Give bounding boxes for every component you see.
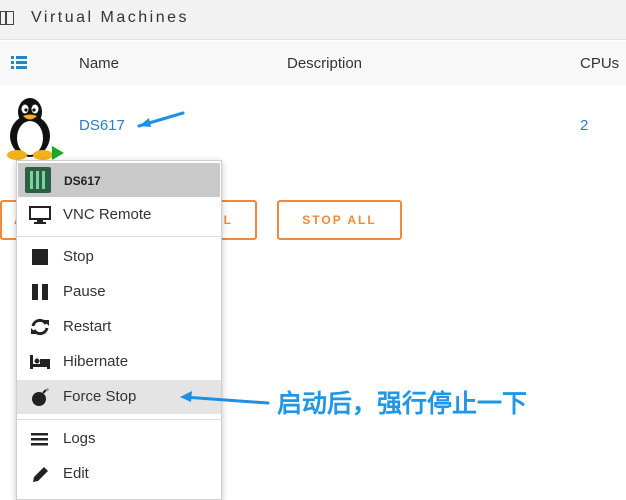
- menu-item-label: Edit: [63, 465, 89, 482]
- stop-icon: [32, 249, 48, 265]
- context-menu-title: DS617: [64, 174, 101, 188]
- menu-item-label: Restart: [63, 318, 112, 335]
- menu-item-label: Force Stop: [63, 388, 137, 405]
- menu-item-label: Stop: [63, 248, 94, 265]
- menu-divider: [17, 236, 221, 237]
- column-header-cpus[interactable]: CPUs: [580, 55, 619, 72]
- menu-lines-icon: [31, 433, 48, 446]
- menu-item-label: Hibernate: [63, 353, 129, 370]
- middle-action-label: L: [223, 213, 233, 227]
- restart-icon: [31, 318, 49, 336]
- annotation-arrow-icon: [180, 391, 270, 405]
- vm-name-link[interactable]: DS617: [79, 117, 125, 134]
- stop-all-label: STOP ALL: [302, 213, 377, 227]
- linux-tux-icon[interactable]: [4, 96, 56, 160]
- vm-icon: [25, 167, 51, 193]
- menu-item-pause[interactable]: Pause: [17, 275, 221, 309]
- running-status-icon: [52, 146, 64, 160]
- stop-all-button[interactable]: STOP ALL: [277, 200, 402, 240]
- table-header-row: Name Description CPUs: [0, 41, 626, 85]
- menu-item-edit[interactable]: Edit: [17, 457, 221, 491]
- bomb-icon: [32, 388, 49, 406]
- menu-item-label: Pause: [63, 283, 106, 300]
- column-header-name[interactable]: Name: [79, 55, 119, 72]
- monitor-icon: [29, 206, 51, 224]
- menu-item-label: Logs: [63, 430, 96, 447]
- menu-item-stop[interactable]: Stop: [17, 240, 221, 274]
- pencil-icon: [33, 467, 48, 482]
- vm-context-menu: DS617 VNC Remote Stop Pause Restart Hibe…: [16, 160, 222, 500]
- menu-item-hibernate[interactable]: Hibernate: [17, 345, 221, 379]
- menu-item-vnc-remote[interactable]: VNC Remote: [17, 198, 221, 232]
- menu-item-label: VNC Remote: [63, 206, 152, 223]
- bed-icon: [30, 355, 50, 369]
- vm-cpus-value: 2: [580, 117, 589, 134]
- menu-item-restart[interactable]: Restart: [17, 310, 221, 344]
- annotation-arrow-icon: [137, 111, 185, 128]
- menu-divider: [17, 419, 221, 420]
- context-menu-header: DS617: [18, 163, 220, 197]
- window-titlebar: Virtual Machines: [0, 0, 626, 40]
- list-view-icon[interactable]: [11, 56, 27, 69]
- annotation-note: 启动后，强行停止一下: [277, 390, 528, 418]
- panel-icon: [0, 11, 14, 25]
- column-header-description[interactable]: Description: [287, 55, 362, 72]
- pause-icon: [32, 284, 48, 300]
- window-title: Virtual Machines: [31, 9, 189, 26]
- menu-item-logs[interactable]: Logs: [17, 422, 221, 456]
